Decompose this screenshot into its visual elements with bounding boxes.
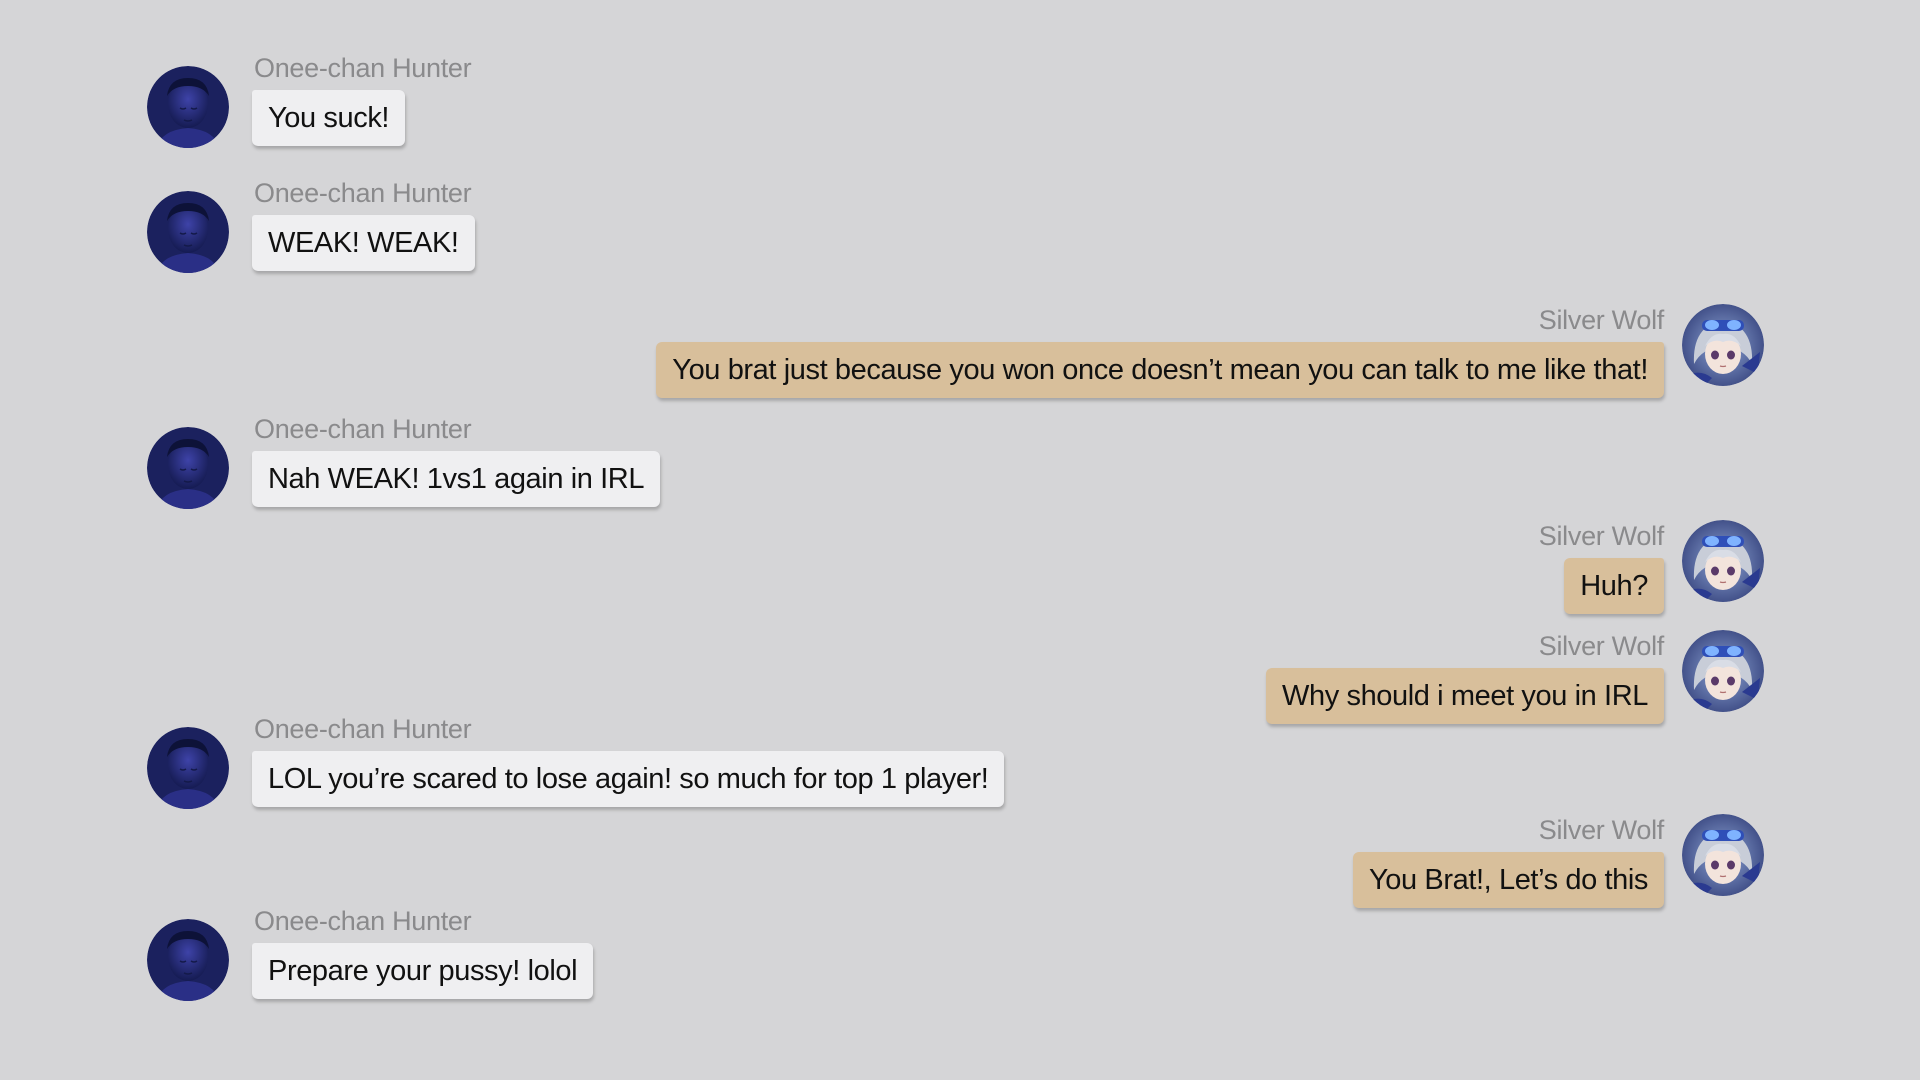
sender-name: Onee-chan Hunter [254,714,472,744]
sender-name: Silver Wolf [1538,521,1665,551]
sender-name: Silver Wolf [1538,305,1665,335]
silver-wolf-avatar-icon[interactable] [1682,304,1764,386]
chat-log: Onee-chan Hunter You suck! Onee-chan Hun… [0,0,1920,1080]
sender-name: Onee-chan Hunter [254,178,472,208]
hunter-avatar-icon[interactable] [147,66,229,148]
hunter-avatar-icon[interactable] [147,727,229,809]
message-bubble: Why should i meet you in IRL [1266,668,1664,724]
silver-wolf-avatar-icon[interactable] [1682,630,1764,712]
hunter-avatar-icon[interactable] [147,427,229,509]
hunter-avatar-icon[interactable] [147,919,229,1001]
message-bubble: WEAK! WEAK! [252,215,475,271]
sender-name: Onee-chan Hunter [254,414,472,444]
sender-name: Onee-chan Hunter [254,906,472,936]
silver-wolf-avatar-icon[interactable] [1682,520,1764,602]
message-bubble: You brat just because you won once doesn… [656,342,1664,398]
message-bubble: LOL you’re scared to lose again! so much… [252,751,1005,807]
silver-wolf-avatar-icon[interactable] [1682,814,1764,896]
hunter-avatar-icon[interactable] [147,191,229,273]
sender-name: Onee-chan Hunter [254,53,472,83]
sender-name: Silver Wolf [1538,815,1665,845]
message-bubble: You suck! [252,90,406,146]
message-bubble: You Brat!, Let’s do this [1353,852,1664,908]
sender-name: Silver Wolf [1538,631,1665,661]
message-bubble: Prepare your pussy! lolol [252,943,594,999]
message-bubble: Huh? [1564,558,1664,614]
message-bubble: Nah WEAK! 1vs1 again in IRL [252,451,661,507]
